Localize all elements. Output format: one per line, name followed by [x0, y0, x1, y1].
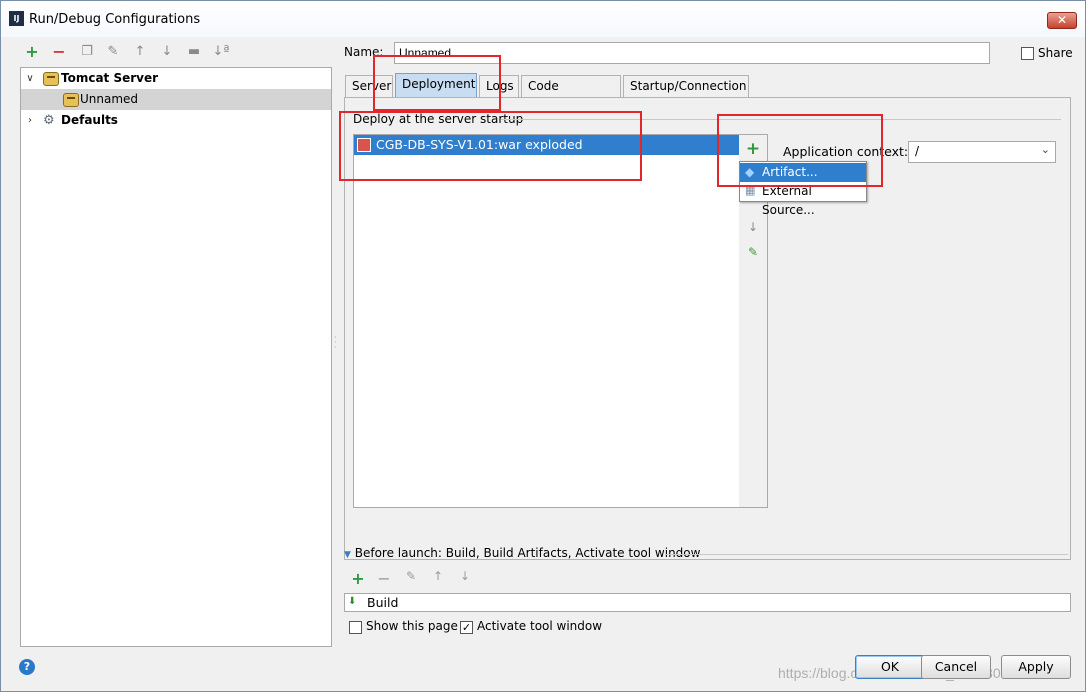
sort-icon[interactable]: ↓ª [212, 43, 230, 61]
title-bar[interactable]: IJ Run/Debug Configurations ✕ [1, 1, 1085, 37]
tree-item-label: Defaults [61, 113, 118, 127]
move-down-icon[interactable]: ↓ [158, 43, 176, 61]
tree-item-label: Tomcat Server [61, 71, 159, 85]
edit-icon[interactable]: ✎ [744, 245, 762, 259]
show-page-label: Show this page [366, 619, 458, 633]
move-down-icon[interactable]: ↓ [456, 569, 474, 583]
before-launch-label: Before launch: Build, Build Artifacts, A… [354, 546, 701, 560]
deploy-list-item[interactable]: CGB-DB-SYS-V1.01:war exploded [354, 135, 739, 155]
remove-icon[interactable]: − [50, 43, 68, 61]
app-context-value: / [915, 144, 920, 158]
add-icon[interactable]: + [349, 569, 367, 588]
share-checkbox[interactable] [1021, 47, 1034, 60]
tab-code-coverage[interactable]: Code Coverage [521, 75, 621, 114]
copy-icon[interactable]: ❐ [78, 43, 96, 61]
edit-icon[interactable]: ✎ [402, 569, 420, 583]
artifact-icon: ◆ [745, 165, 755, 179]
help-button[interactable]: ? [19, 659, 35, 675]
deploy-list[interactable]: CGB-DB-SYS-V1.01:war exploded [353, 134, 740, 508]
tab-logs[interactable]: Logs [479, 75, 519, 98]
tomcat-icon [43, 72, 59, 86]
tree-item-defaults[interactable]: › ⚙ Defaults [21, 110, 331, 131]
popup-item-external-source[interactable]: ▦ External Source... [740, 182, 866, 217]
wrench-icon: ⚙ [43, 113, 55, 128]
add-deploy-popup: ◆ Artifact... ▦ External Source... [739, 161, 867, 217]
deploy-item-label: CGB-DB-SYS-V1.01:war exploded [376, 137, 583, 152]
build-icon: ⬇ [348, 596, 357, 607]
move-up-icon[interactable]: ↑ [131, 43, 149, 61]
wrench-icon[interactable]: ✎ [104, 43, 122, 61]
folder-icon[interactable]: ▬ [185, 43, 203, 61]
before-launch-header[interactable]: ▼ Before launch: Build, Build Artifacts,… [344, 546, 700, 560]
add-icon[interactable]: + [23, 43, 41, 61]
share-label: Share [1038, 46, 1073, 60]
config-tree[interactable]: ∨ Tomcat Server Unnamed › ⚙ Defaults [20, 67, 332, 647]
move-down-icon[interactable]: ↓ [744, 220, 762, 234]
tomcat-icon [63, 93, 79, 107]
section-divider [501, 119, 1061, 120]
name-label: Name: [344, 45, 384, 59]
popup-item-label: External Source... [762, 184, 815, 217]
splitter-handle[interactable]: · · · [334, 334, 337, 352]
window-title: Run/Debug Configurations [29, 12, 201, 27]
ok-button[interactable]: OK [855, 655, 925, 679]
app-context-select[interactable]: / ⌄ [908, 141, 1056, 163]
war-artifact-icon [357, 138, 371, 152]
cancel-button[interactable]: Cancel [921, 655, 991, 679]
chevron-down-icon[interactable]: ∨ [24, 68, 36, 89]
tree-item-tomcat-server[interactable]: ∨ Tomcat Server [21, 68, 331, 89]
close-button[interactable]: ✕ [1047, 12, 1077, 29]
apply-button[interactable]: Apply [1001, 655, 1071, 679]
popup-item-artifact[interactable]: ◆ Artifact... [740, 163, 866, 182]
show-page-checkbox[interactable] [349, 621, 362, 634]
name-input[interactable] [394, 42, 990, 64]
intellij-icon: IJ [9, 11, 24, 26]
tab-deployment[interactable]: Deployment [395, 73, 477, 98]
tree-item-unnamed[interactable]: Unnamed [21, 89, 331, 110]
section-divider [666, 554, 1068, 555]
popup-item-label: Artifact... [762, 165, 818, 179]
add-icon[interactable]: + [744, 139, 762, 159]
tab-server[interactable]: Server [345, 75, 393, 98]
activate-tool-label: Activate tool window [477, 619, 603, 633]
tab-startup-connection[interactable]: Startup/Connection [623, 75, 749, 98]
activate-tool-checkbox[interactable]: ✓ [460, 621, 473, 634]
dialog-content: + − ❐ ✎ ↑ ↓ ▬ ↓ª ∨ Tomcat Server Unnamed… [1, 37, 1085, 691]
chevron-down-icon[interactable]: ▼ [344, 550, 351, 560]
external-source-icon: ▦ [745, 184, 756, 197]
run-debug-dialog: IJ Run/Debug Configurations ✕ + − ❐ ✎ ↑ … [0, 0, 1086, 692]
app-context-label: Application context: [783, 144, 909, 159]
move-up-icon[interactable]: ↑ [429, 569, 447, 583]
before-launch-list[interactable]: ⬇ Build [344, 593, 1071, 612]
deploy-section-label: Deploy at the server startup [353, 112, 524, 126]
remove-icon[interactable]: − [375, 569, 393, 588]
build-item-label: Build [367, 595, 399, 610]
chevron-down-icon[interactable]: ⌄ [1041, 143, 1050, 156]
chevron-right-icon[interactable]: › [24, 110, 36, 131]
tree-item-label: Unnamed [80, 92, 139, 106]
